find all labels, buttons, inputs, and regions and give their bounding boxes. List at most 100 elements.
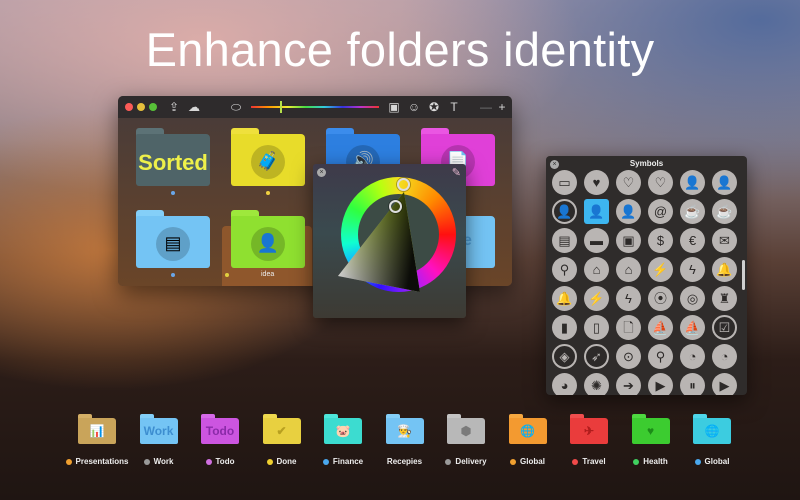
- symbol-bolt-filled-2-icon[interactable]: ⚡: [584, 286, 609, 311]
- symbol-map-pin-outline-icon[interactable]: ⚲: [648, 344, 673, 369]
- saturation-value-triangle[interactable]: [338, 192, 433, 302]
- symbol-map-pin-filled-icon[interactable]: ⊙: [616, 344, 641, 369]
- symbol-magnifier-icon[interactable]: ⚲: [552, 257, 577, 282]
- folder-travel[interactable]: 🧳: [231, 128, 305, 186]
- plus-icon[interactable]: +: [494, 99, 510, 115]
- hue-selector-ring[interactable]: [397, 178, 410, 191]
- color-tag-dot: [266, 458, 273, 465]
- showcase-folder-done[interactable]: ✔ Done: [249, 414, 315, 466]
- symbol-heart-outline-icon[interactable]: ♡: [616, 170, 641, 195]
- symbol-tag-outline-icon[interactable]: ▯: [584, 315, 609, 340]
- symbol-printer-icon[interactable]: ▤: [552, 228, 577, 253]
- folder-label: Presentations: [75, 457, 129, 466]
- folder-caption: Done: [249, 457, 315, 466]
- symbol-person-filled-icon[interactable]: 👤: [680, 170, 705, 195]
- folder-caption: Work: [126, 457, 192, 466]
- folder-label: Work: [153, 457, 174, 466]
- emoji-icon[interactable]: ☺: [406, 99, 422, 115]
- symbol-arrow-right-circle-icon[interactable]: ➔: [616, 373, 641, 395]
- folder-label: Global: [520, 457, 545, 466]
- symbol-file-icon[interactable]: 🗋: [616, 315, 641, 340]
- minus-icon[interactable]: —: [478, 99, 494, 115]
- symbol-rocket-icon[interactable]: ➶: [584, 344, 609, 369]
- folder-label: Todo: [215, 457, 235, 466]
- symbol-tag-filled-icon[interactable]: ▮: [552, 315, 577, 340]
- symbol-play-circle-icon[interactable]: ▶: [648, 373, 673, 395]
- symbol-aperture-icon[interactable]: ✺: [584, 373, 609, 395]
- symbol-rings-outline-icon[interactable]: ◎: [680, 286, 705, 311]
- symbol-sailboat-filled-icon[interactable]: ⛵: [648, 315, 673, 340]
- symbol-idea-person-outline-icon[interactable]: 👤: [616, 199, 641, 224]
- symbol-chef-hat-icon[interactable]: ♜: [712, 286, 737, 311]
- idea-emblem-icon: 👤: [251, 226, 285, 261]
- symbol-pie-chart-outline-icon[interactable]: ◔: [712, 344, 737, 369]
- zoom-window-button[interactable]: [149, 103, 157, 111]
- symbol-inbox-icon[interactable]: ▭: [552, 170, 577, 195]
- showcase-folder-finance[interactable]: 🐷 Finance: [310, 414, 376, 466]
- folder-body: 📊: [78, 418, 116, 444]
- share-icon[interactable]: ⇪: [166, 99, 182, 115]
- symbol-bolt-outline-icon[interactable]: ϟ: [680, 257, 705, 282]
- symbol-play-icon[interactable]: ▶: [712, 373, 737, 395]
- folder-idea[interactable]: 👤: [231, 210, 305, 268]
- symbol-home-outline-icon[interactable]: ⌂: [616, 257, 641, 282]
- tag-icon[interactable]: ⬭: [228, 99, 244, 115]
- showcase-folder-global[interactable]: 🌐 Global: [495, 414, 561, 466]
- showcase-folder-todo[interactable]: Todo Todo: [187, 414, 253, 466]
- symbol-bell-filled-icon[interactable]: 🔔: [712, 257, 737, 282]
- color-selector-ring[interactable]: [389, 200, 402, 213]
- showcase-folder-global[interactable]: 🌐 Global: [679, 414, 745, 466]
- symbol-teapot-outline-icon[interactable]: ☕: [680, 199, 705, 224]
- symbol-idea-person-icon[interactable]: 👤: [584, 199, 609, 224]
- showcase-folder-health[interactable]: ♥ Health: [618, 414, 684, 466]
- showcase-folder-recepies[interactable]: 👨‍🍳 Recepies: [372, 414, 438, 466]
- star-badge-icon[interactable]: ✪: [426, 99, 442, 115]
- folder-body: ⬢: [447, 418, 485, 444]
- showcase-folder-delivery[interactable]: ⬢ Delivery: [433, 414, 499, 466]
- close-window-button[interactable]: [125, 103, 133, 111]
- folder-sorted[interactable]: Sorted: [136, 128, 210, 186]
- travel-emblem-icon: 🧳: [251, 144, 285, 179]
- symbol-rings-filled-icon[interactable]: ⦿: [648, 286, 673, 311]
- symbol-battery-icon[interactable]: ▬: [584, 228, 609, 253]
- symbol-person-outline-icon[interactable]: 👤: [712, 170, 737, 195]
- symbol-bolt-outline-2-icon[interactable]: ϟ: [616, 286, 641, 311]
- symbol-heart-filled-icon[interactable]: ♥: [584, 170, 609, 195]
- symbol-envelope-icon[interactable]: ✉: [712, 228, 737, 253]
- showcase-folder-travel[interactable]: ✈ Travel: [556, 414, 622, 466]
- symbol-doc-check-icon[interactable]: ☑: [712, 315, 737, 340]
- scrollbar[interactable]: [742, 260, 745, 290]
- color-tag-dot: [143, 458, 150, 465]
- symbol-pause-circle-icon[interactable]: ⏸: [680, 373, 705, 395]
- hue-slider-handle[interactable]: [280, 101, 282, 113]
- symbol-suitcase-icon[interactable]: ▣: [616, 228, 641, 253]
- symbol-pie-chart-filled-icon[interactable]: ◔: [680, 344, 705, 369]
- close-icon[interactable]: ×: [317, 168, 326, 177]
- cloud-icon[interactable]: ☁: [184, 99, 204, 115]
- eyedropper-icon[interactable]: ✎: [452, 166, 461, 179]
- symbol-sailboat-outline-icon[interactable]: ⛵: [680, 315, 705, 340]
- symbol-price-tag-icon[interactable]: ◈: [552, 344, 577, 369]
- folder-text: Work: [143, 424, 174, 438]
- hue-slider[interactable]: [251, 106, 379, 108]
- symbol-pie-chart-2-icon[interactable]: ◕: [552, 373, 577, 395]
- symbol-person-circle-icon[interactable]: 👤: [552, 199, 577, 224]
- folder-label: Finance: [332, 457, 364, 466]
- symbol-bell-outline-icon[interactable]: 🔔: [552, 286, 577, 311]
- symbol-at-sign-icon[interactable]: @: [648, 199, 673, 224]
- folder-notes[interactable]: ▤: [136, 210, 210, 268]
- minimize-window-button[interactable]: [137, 103, 145, 111]
- symbol-bolt-filled-icon[interactable]: ⚡: [648, 257, 673, 282]
- symbol-home-filled-icon[interactable]: ⌂: [584, 257, 609, 282]
- symbol-euro-bill-icon[interactable]: €: [680, 228, 705, 253]
- symbol-teapot-filled-icon[interactable]: ☕: [712, 199, 737, 224]
- showcase-folder-work[interactable]: Work Work: [126, 414, 192, 466]
- symbol-heart-pulse-icon[interactable]: ♡: [648, 170, 673, 195]
- text-icon[interactable]: T: [446, 99, 462, 115]
- folder-label: idea: [261, 271, 275, 278]
- image-icon[interactable]: ▣: [386, 99, 402, 115]
- showcase-folder-presentations[interactable]: 📊 Presentations: [64, 414, 130, 466]
- symbol-dollar-bill-icon[interactable]: $: [648, 228, 673, 253]
- folder-label: Health: [643, 457, 668, 466]
- symbols-panel: × Symbols ▭ ♥ ♡ ♡ 👤 👤 👤 👤 👤 @ ☕ ☕ ▤ ▬ ▣ $ € ✉ ⚲ ⌂ ⌂ ⚡ ϟ 🔔 🔔 ⚡ ϟ ⦿ ◎ ♜…: [546, 156, 747, 395]
